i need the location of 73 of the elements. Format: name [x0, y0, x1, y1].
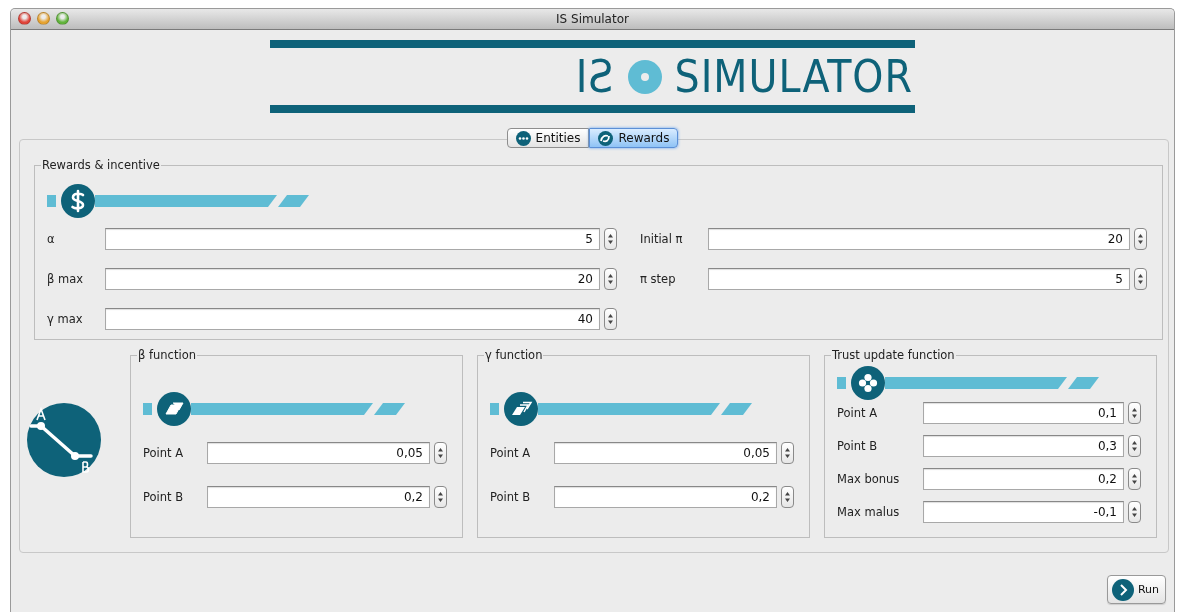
spinner-button[interactable]	[1128, 468, 1141, 490]
close-button[interactable]	[18, 12, 31, 25]
up-down-arrows-icon	[607, 312, 614, 326]
spinner-button[interactable]	[604, 308, 617, 330]
number-field[interactable]: 20	[708, 228, 1130, 250]
number-field[interactable]: 0,2	[207, 486, 430, 508]
window-title: IS Simulator	[556, 12, 629, 26]
up-down-arrows-icon	[437, 446, 444, 460]
run-button[interactable]: Run	[1106, 575, 1166, 604]
dots-icon	[515, 130, 531, 146]
number-field[interactable]: 5	[708, 268, 1130, 290]
up-down-arrows-icon	[1137, 272, 1144, 286]
dollar-banner-icon	[47, 184, 312, 218]
tab[interactable]: Rewards	[589, 128, 679, 148]
up-down-arrows-icon	[784, 446, 791, 460]
up-down-arrows-icon	[1131, 439, 1138, 453]
up-down-arrows-icon	[784, 490, 791, 504]
disc-icon	[626, 58, 663, 95]
spinner-button[interactable]	[604, 268, 617, 290]
field-label: Point B	[837, 439, 879, 453]
minimize-button[interactable]	[37, 12, 50, 25]
spinner-button[interactable]	[1134, 228, 1147, 250]
spinner-button[interactable]	[1128, 501, 1141, 523]
cards-banner-icon	[490, 392, 755, 426]
logo-text: SIMULATOR	[674, 54, 913, 99]
up-down-arrows-icon	[607, 232, 614, 246]
spinner-button[interactable]	[1128, 435, 1141, 457]
spinner-button[interactable]	[781, 486, 794, 508]
spinner-button[interactable]	[781, 442, 794, 464]
up-down-arrows-icon	[1131, 406, 1138, 420]
number-field[interactable]: 0,2	[554, 486, 777, 508]
zoom-button[interactable]	[56, 12, 69, 25]
number-field[interactable]: -0,1	[923, 501, 1124, 523]
up-down-arrows-icon	[1137, 232, 1144, 246]
field-label: γ max	[47, 312, 84, 326]
number-field[interactable]: 0,05	[554, 442, 777, 464]
chevron-right-icon	[1111, 578, 1134, 601]
arrows-icon	[598, 130, 614, 146]
up-down-arrows-icon	[607, 272, 614, 286]
field-label: Point A	[143, 446, 185, 460]
field-label: Point A	[837, 406, 879, 420]
number-field[interactable]: 0,1	[923, 402, 1124, 424]
field-label: π step	[640, 272, 677, 286]
group-title: β function	[137, 348, 197, 362]
field-label: Point A	[490, 446, 532, 460]
number-field[interactable]: 0,3	[923, 435, 1124, 457]
field-label: Max malus	[837, 505, 901, 519]
card-banner-icon	[143, 392, 408, 426]
field-label: Max bonus	[837, 472, 901, 486]
up-down-arrows-icon	[1131, 505, 1138, 519]
field-label: Initial π	[640, 232, 684, 246]
spinner-button[interactable]	[1128, 402, 1141, 424]
logo-text: IƧ	[575, 54, 615, 99]
group-title: γ function	[484, 348, 544, 362]
number-field[interactable]: 40	[105, 308, 600, 330]
field-label: Point B	[490, 490, 532, 504]
number-field[interactable]: 0,2	[923, 468, 1124, 490]
tab[interactable]: Entities	[506, 128, 590, 148]
group-title: Rewards & incentive	[41, 158, 161, 172]
spinner-button[interactable]	[1134, 268, 1147, 290]
up-down-arrows-icon	[1131, 472, 1138, 486]
number-field[interactable]: 5	[105, 228, 600, 250]
field-label: α	[47, 232, 56, 246]
number-field[interactable]: 0,05	[207, 442, 430, 464]
field-label: β max	[47, 272, 85, 286]
number-field[interactable]: 20	[105, 268, 600, 290]
group-title: Trust update function	[831, 348, 956, 362]
spinner-button[interactable]	[434, 442, 447, 464]
up-down-arrows-icon	[437, 490, 444, 504]
spinner-button[interactable]	[604, 228, 617, 250]
field-label: Point B	[143, 490, 185, 504]
clover-banner-icon	[837, 366, 1102, 400]
spinner-button[interactable]	[434, 486, 447, 508]
